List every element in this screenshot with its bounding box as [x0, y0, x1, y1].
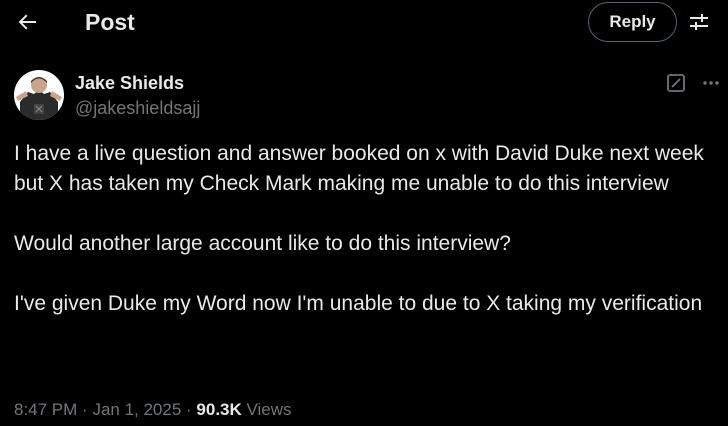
page-title: Post [85, 9, 135, 35]
views-count[interactable]: 90.3K [196, 400, 246, 419]
sliders-icon[interactable] [689, 12, 709, 32]
post-time[interactable]: 8:47 PM [14, 400, 82, 419]
post-meta: 8:47 PM · Jan 1, 2025 · 90.3K Views [14, 399, 292, 421]
author-name[interactable]: Jake Shields [75, 72, 184, 94]
top-bar: Post Reply [0, 0, 728, 44]
avatar[interactable] [14, 70, 64, 120]
separator: · [186, 400, 197, 419]
post-paragraph: I have a live question and answer booked… [14, 142, 704, 195]
more-icon[interactable] [701, 73, 721, 93]
post-date[interactable]: Jan 1, 2025 [92, 400, 186, 419]
post-author: Jake Shields @jakeshieldsajj [14, 70, 719, 122]
author-handle[interactable]: @jakeshieldsajj [75, 97, 200, 119]
post-paragraph: I've given Duke my Word now I'm unable t… [14, 292, 703, 315]
separator: · [82, 400, 93, 419]
post-paragraph: Would another large account like to do t… [14, 232, 511, 255]
post-text: I have a live question and answer booked… [14, 139, 704, 319]
arrow-left-icon[interactable] [15, 10, 39, 34]
reply-button[interactable]: Reply [588, 2, 677, 42]
grok-icon[interactable] [666, 73, 686, 93]
views-label: Views [246, 400, 292, 419]
